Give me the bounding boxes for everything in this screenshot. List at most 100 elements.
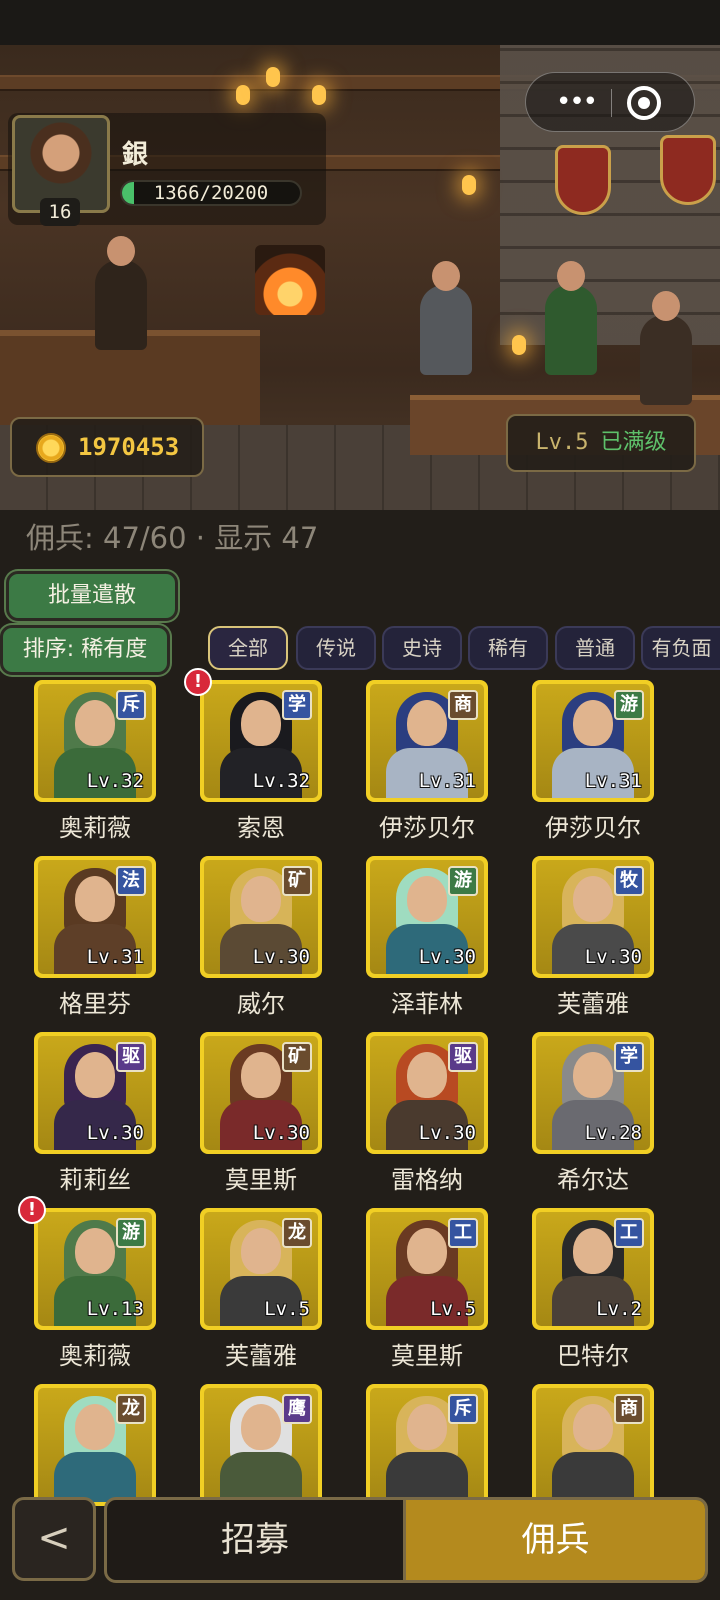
hero-name: 伊莎贝尔	[379, 814, 475, 842]
hero-name: 泽菲林	[391, 990, 463, 1018]
tab-mercenaries[interactable]: 佣兵	[403, 1500, 705, 1580]
fireplace	[255, 245, 325, 315]
hero-frame: 牧 Lv.30	[532, 856, 654, 978]
hero-frame: 驱 Lv.30	[366, 1032, 488, 1154]
hero-role-badge: 驱	[448, 1042, 478, 1072]
hero-portrait: 商	[536, 1388, 650, 1502]
hero-role-badge: 龙	[116, 1394, 146, 1424]
hero-level: Lv.32	[252, 770, 310, 792]
hero-name: 格里芬	[59, 990, 131, 1018]
hero-card[interactable]: 矿 Lv.30 莫里斯	[200, 1032, 322, 1194]
back-button[interactable]: <	[12, 1497, 96, 1581]
hero-frame: 学 Lv.32	[200, 680, 322, 802]
hero-portrait: 法 Lv.31	[38, 860, 152, 974]
hero-role-badge: 驱	[116, 1042, 146, 1072]
hero-frame: 龙	[34, 1384, 156, 1506]
hero-portrait: 鹰	[204, 1388, 318, 1502]
hero-card[interactable]: 斥 Lv.32 奥莉薇	[34, 680, 156, 842]
hero-role-badge: 学	[282, 690, 312, 720]
hero-role-badge: 法	[116, 866, 146, 896]
filter-tab-common[interactable]: 普通	[555, 626, 635, 670]
hero-name: 奥莉薇	[59, 1342, 131, 1370]
hero-card[interactable]: 龙 Lv.5 芙蕾雅	[200, 1208, 322, 1370]
filter-tab-rare[interactable]: 稀有	[468, 626, 548, 670]
hero-role-badge: 斥	[448, 1394, 478, 1424]
hero-card[interactable]: 矿 Lv.30 威尔	[200, 856, 322, 1018]
hero-level: Lv.31	[418, 770, 476, 792]
hero-level: Lv.5	[264, 1298, 310, 1320]
hero-frame: 鹰	[200, 1384, 322, 1506]
hero-portrait: 矿 Lv.30	[204, 860, 318, 974]
hero-frame: 工 Lv.5	[366, 1208, 488, 1330]
hero-frame: 矿 Lv.30	[200, 1032, 322, 1154]
hero-portrait: 学 Lv.28	[536, 1036, 650, 1150]
hero-card[interactable]: 牧 Lv.30 芙蕾雅	[532, 856, 654, 1018]
hero-card[interactable]: 驱 Lv.30 雷格纳	[366, 1032, 488, 1194]
hero-card[interactable]: 商 Lv.31 伊莎贝尔	[366, 680, 488, 842]
tab-recruit[interactable]: 招募	[107, 1500, 403, 1580]
filter-tab-negative[interactable]: 有负面	[641, 626, 720, 670]
hero-level: Lv.2	[596, 1298, 642, 1320]
hero-name: 奥莉薇	[59, 814, 131, 842]
hero-portrait: 驱 Lv.30	[370, 1036, 484, 1150]
hero-portrait: 工 Lv.2	[536, 1212, 650, 1326]
mini-program-capsule: •••	[525, 72, 695, 132]
hero-card[interactable]: 学 Lv.28 希尔达	[532, 1032, 654, 1194]
hero-name: 莫里斯	[225, 1166, 297, 1194]
player-level: 16	[40, 198, 80, 226]
hero-role-badge: 斥	[116, 690, 146, 720]
hero-frame: 工 Lv.2	[532, 1208, 654, 1330]
hero-name: 巴特尔	[557, 1342, 629, 1370]
hero-card[interactable]: 学 Lv.32 索恩	[200, 680, 322, 842]
hero-frame: 斥 Lv.32	[34, 680, 156, 802]
close-target-icon[interactable]	[627, 86, 661, 120]
hero-role-badge: 矿	[282, 1042, 312, 1072]
hero-frame: 商	[532, 1384, 654, 1506]
hero-role-badge: 矿	[282, 866, 312, 896]
hero-card[interactable]: 法 Lv.31 格里芬	[34, 856, 156, 1018]
hero-portrait: 斥 Lv.32	[38, 684, 152, 798]
sort-button[interactable]: 排序: 稀有度	[0, 625, 170, 675]
tavern-level-badge: Lv.5 已满级	[506, 414, 696, 472]
hero-card[interactable]: 游 Lv.31 伊莎贝尔	[532, 680, 654, 842]
hero-name: 雷格纳	[391, 1166, 463, 1194]
hero-role-badge: 游	[614, 690, 644, 720]
hero-role-badge: 牧	[614, 866, 644, 896]
filter-tab-legendary[interactable]: 传说	[296, 626, 376, 670]
tavern-level: Lv.5	[535, 430, 589, 455]
hero-level: Lv.30	[418, 1122, 476, 1144]
alert-icon: !	[184, 668, 212, 696]
more-icon[interactable]: •••	[546, 87, 606, 119]
hero-card[interactable]: 工 Lv.5 莫里斯	[366, 1208, 488, 1370]
hero-role-badge: 商	[614, 1394, 644, 1424]
hero-portrait: 矿 Lv.30	[204, 1036, 318, 1150]
hero-level: Lv.30	[418, 946, 476, 968]
hero-frame: 学 Lv.28	[532, 1032, 654, 1154]
hero-portrait: 牧 Lv.30	[536, 860, 650, 974]
hero-role-badge: 学	[614, 1042, 644, 1072]
player-name: 銀	[122, 140, 149, 170]
hero-portrait: 商 Lv.31	[370, 684, 484, 798]
hero-level: Lv.31	[86, 946, 144, 968]
bottom-nav: 招募 佣兵	[104, 1497, 708, 1583]
hero-level: Lv.13	[86, 1298, 144, 1320]
hero-card[interactable]: 驱 Lv.30 莉莉丝	[34, 1032, 156, 1194]
hero-card[interactable]: 工 Lv.2 巴特尔	[532, 1208, 654, 1370]
hero-frame: 驱 Lv.30	[34, 1032, 156, 1154]
hero-portrait: 驱 Lv.30	[38, 1036, 152, 1150]
hero-portrait: 游 Lv.31	[536, 684, 650, 798]
hero-name: 莫里斯	[391, 1342, 463, 1370]
hero-card[interactable]: 游 Lv.30 泽菲林	[366, 856, 488, 1018]
hero-card[interactable]: 游 Lv.13 奥莉薇	[34, 1208, 156, 1370]
hero-level: Lv.30	[584, 946, 642, 968]
hero-role-badge: 商	[448, 690, 478, 720]
hero-role-badge: 游	[448, 866, 478, 896]
xp-text: 1366/20200	[153, 182, 269, 204]
hero-role-badge: 鹰	[282, 1394, 312, 1424]
tavern-max-status: 已满级	[600, 430, 667, 455]
batch-dismiss-button[interactable]: 批量遣散	[6, 571, 178, 621]
hero-frame: 游 Lv.13	[34, 1208, 156, 1330]
filter-tab-epic[interactable]: 史诗	[382, 626, 462, 670]
filter-tab-all[interactable]: 全部	[208, 626, 288, 670]
hero-name: 芙蕾雅	[557, 990, 629, 1018]
